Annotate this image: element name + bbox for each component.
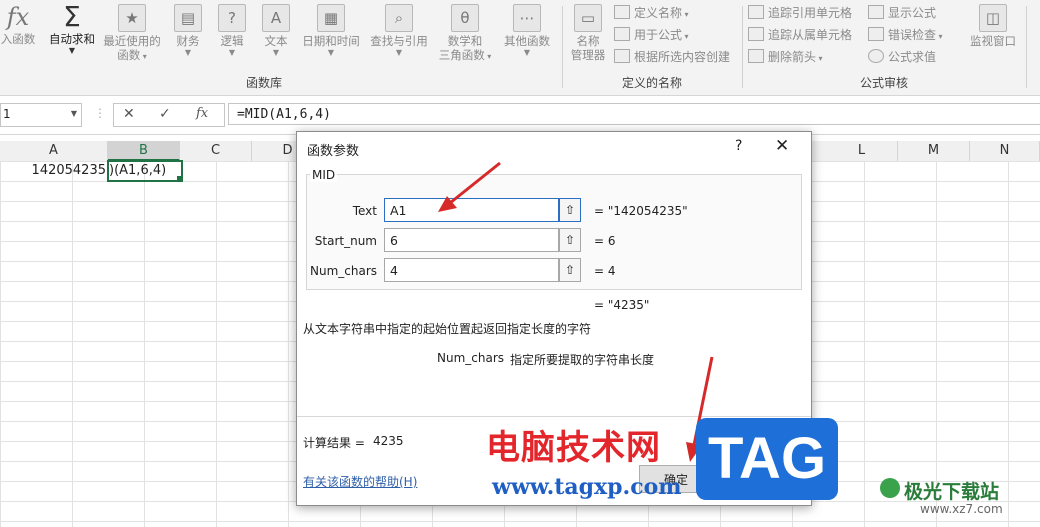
watermark-site2-url: www.xz7.com bbox=[920, 502, 1003, 516]
watermark-url: www.tagxp.com bbox=[492, 474, 682, 500]
aurora-logo-icon bbox=[880, 478, 900, 498]
watermark-tag-logo: TAG bbox=[696, 418, 838, 500]
arrow-to-text-input bbox=[449, 161, 501, 205]
watermark-brand: 电脑技术网 bbox=[486, 428, 661, 468]
watermark-site2: 极光下载站 bbox=[904, 481, 1000, 503]
